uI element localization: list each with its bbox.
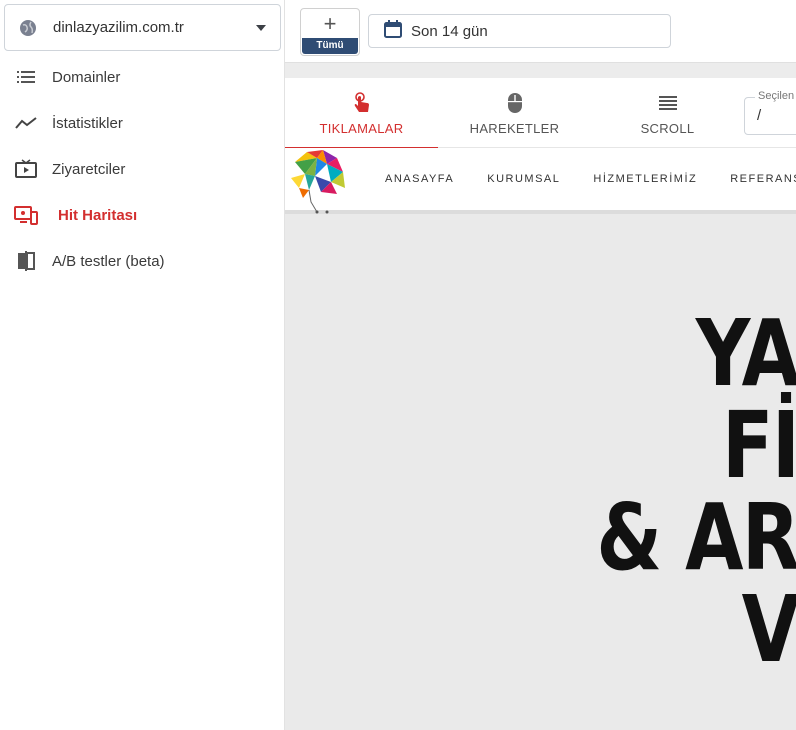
- hero-line: Fİ: [721, 392, 796, 499]
- page-path-legend: Seçilen: [755, 90, 796, 102]
- site-select[interactable]: dinlazyazilim.com.tr: [4, 4, 281, 51]
- hero-line: V: [741, 576, 796, 683]
- date-range-button[interactable]: Son 14 gün: [368, 14, 671, 48]
- globe-icon: [19, 19, 37, 37]
- preview-hero-text: YA Fİ & AR V: [552, 308, 796, 676]
- touch-icon: [353, 91, 371, 115]
- date-range-label: Son 14 gün: [411, 22, 488, 40]
- mouse-icon: [507, 91, 523, 115]
- preview-menu-item: KURUMSAL: [487, 173, 561, 185]
- trend-line-icon: [14, 111, 38, 135]
- add-segment-button[interactable]: + Tümü: [300, 8, 360, 56]
- tab-scroll[interactable]: SCROLL: [591, 78, 744, 148]
- sidebar-item-heatmap[interactable]: Hit Haritası: [0, 192, 285, 238]
- preview-menu-item: REFERANSLAR: [730, 173, 796, 185]
- sidebar-item-label: Hit Haritası: [58, 206, 138, 224]
- sidebar-nav: Domainler İstatistikler Ziyaretciler Hit…: [0, 54, 285, 284]
- sidebar-item-domains[interactable]: Domainler: [0, 54, 285, 100]
- hero-line: YA: [695, 300, 796, 407]
- brain-logo-icon: [287, 148, 349, 214]
- sidebar-item-visitors[interactable]: Ziyaretciler: [0, 146, 285, 192]
- preview-site-header: ANASAYFA KURUMSAL HİZMETLERİMİZ REFERANS…: [285, 148, 796, 214]
- sidebar-item-ab-tests[interactable]: A/B testler (beta): [0, 238, 285, 284]
- tab-label: HAREKETLER: [469, 120, 560, 136]
- segment-badge: Tümü: [302, 38, 358, 54]
- sidebar: dinlazyazilim.com.tr Domainler İstatisti…: [0, 0, 285, 730]
- devices-icon: [14, 203, 38, 227]
- heatmap-preview[interactable]: ANASAYFA KURUMSAL HİZMETLERİMİZ REFERANS…: [285, 148, 796, 730]
- tab-label: TIKLAMALAR: [319, 120, 404, 136]
- sidebar-item-label: Domainler: [52, 68, 121, 86]
- hero-line: & AR: [596, 484, 796, 591]
- plus-icon: +: [323, 11, 337, 36]
- calendar-icon: [383, 19, 403, 44]
- sidebar-item-label: İstatistikler: [52, 114, 123, 132]
- tab-label: SCROLL: [640, 120, 695, 136]
- sidebar-item-label: Ziyaretciler: [52, 160, 126, 178]
- tv-play-icon: [14, 157, 38, 181]
- preview-menu-item: HİZMETLERİMİZ: [593, 173, 698, 185]
- chevron-down-icon: [256, 24, 266, 31]
- list-icon: [14, 65, 38, 89]
- compare-icon: [14, 249, 38, 273]
- tab-movements[interactable]: HAREKETLER: [438, 78, 591, 148]
- sidebar-item-statistics[interactable]: İstatistikler: [0, 100, 285, 146]
- tab-clicks[interactable]: TIKLAMALAR: [285, 78, 438, 149]
- sidebar-item-label: A/B testler (beta): [52, 252, 165, 270]
- page-path-value: /: [757, 107, 762, 124]
- page-path-field[interactable]: Seçilen /: [744, 90, 796, 135]
- toolbar-divider: [285, 62, 796, 78]
- heatmap-tabs: TIKLAMALAR HAREKETLER SCROLL Seçilen /: [285, 78, 796, 149]
- scroll-icon: [658, 91, 677, 115]
- site-select-value: dinlazyazilim.com.tr: [53, 19, 184, 36]
- preview-site-menu: ANASAYFA KURUMSAL HİZMETLERİMİZ REFERANS…: [385, 173, 796, 185]
- preview-menu-item: ANASAYFA: [385, 173, 455, 185]
